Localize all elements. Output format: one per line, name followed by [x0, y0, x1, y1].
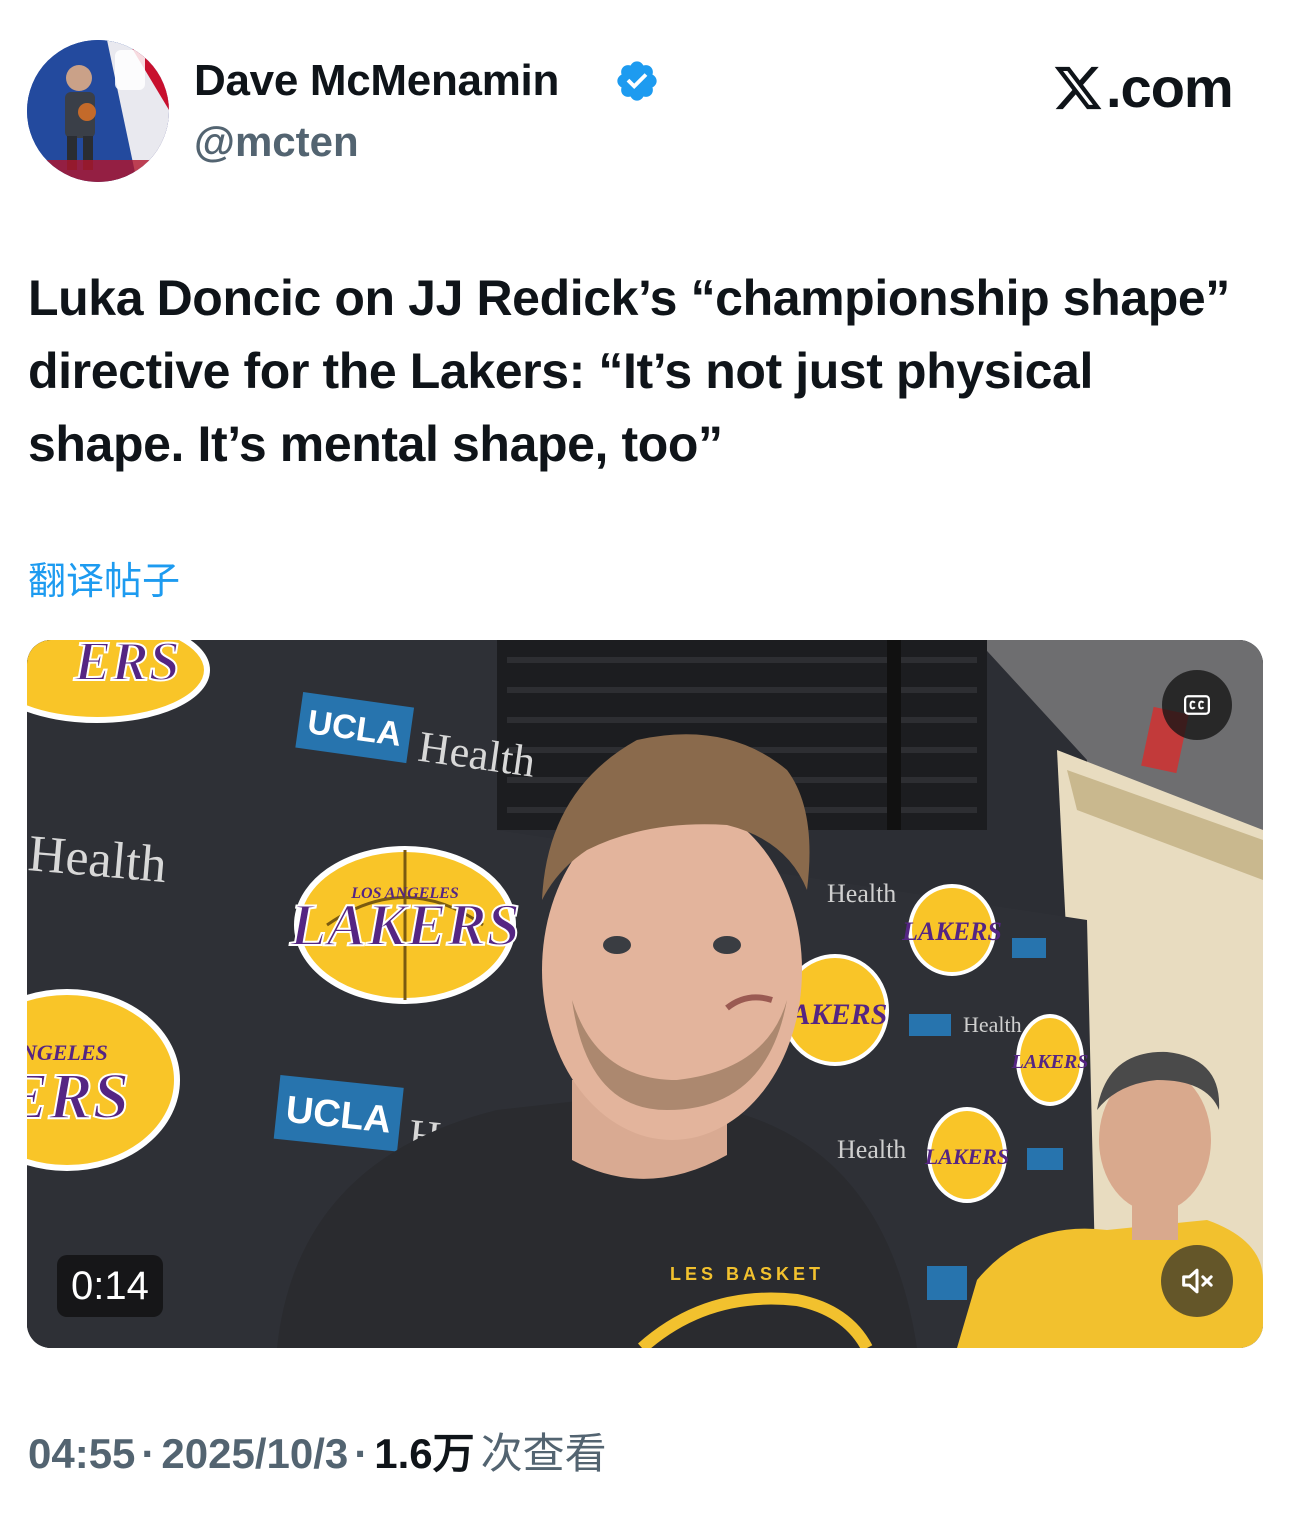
tweet-text: Luka Doncic on JJ Redick’s “championship…	[28, 270, 1230, 472]
unmute-button[interactable]	[1161, 1245, 1233, 1317]
x-com-brand: .com	[1052, 56, 1234, 120]
views-label: 次查看	[480, 1429, 607, 1478]
svg-text:ERS: ERS	[73, 640, 180, 693]
separator: ·	[141, 1430, 156, 1477]
translate-post-link[interactable]: 翻译帖子	[28, 556, 180, 606]
svg-text:LAKERS: LAKERS	[924, 1144, 1009, 1169]
svg-text:LAKERS: LAKERS	[289, 892, 520, 958]
closed-captions-icon	[1184, 695, 1210, 715]
svg-text:Health: Health	[963, 1012, 1022, 1037]
author-name[interactable]: Dave McMenamin	[194, 54, 559, 108]
post-metadata: 04:55 · 2025/10/3 · 1.6万 次查看	[28, 1424, 607, 1484]
svg-text:LAKERS: LAKERS	[901, 917, 1002, 946]
closed-captions-button[interactable]	[1162, 670, 1232, 740]
svg-text:LAKERS: LAKERS	[1011, 1051, 1089, 1073]
post-time[interactable]: 04:55	[28, 1430, 135, 1477]
post-date[interactable]: 2025/10/3	[161, 1430, 348, 1477]
author-avatar[interactable]	[27, 40, 169, 182]
lakers-logo-center: LOS ANGELES LAKERS	[288, 846, 521, 1004]
author-handle[interactable]: @mcten	[194, 116, 359, 168]
svg-text:AKERS: AKERS	[789, 998, 888, 1031]
svg-text:Health: Health	[27, 825, 169, 894]
video-player[interactable]: UCLA Health Health UCLA He LOS ANGELES L…	[27, 640, 1263, 1348]
x-logo-icon	[1054, 66, 1102, 110]
muted-speaker-icon	[1182, 1268, 1213, 1294]
brand-text: .com	[1106, 56, 1234, 119]
svg-text:Health: Health	[827, 879, 896, 908]
video-frame: UCLA Health Health UCLA He LOS ANGELES L…	[27, 640, 1263, 1348]
views-count: 1.6万	[374, 1430, 475, 1477]
video-duration: 0:14	[57, 1255, 163, 1317]
svg-text:LES BASKET: LES BASKET	[670, 1264, 824, 1284]
verified-badge-icon	[617, 61, 657, 101]
avatar-image	[27, 40, 169, 182]
svg-text:Health: Health	[837, 1135, 906, 1164]
separator: ·	[354, 1430, 369, 1477]
svg-text:ERS: ERS	[27, 1060, 129, 1133]
